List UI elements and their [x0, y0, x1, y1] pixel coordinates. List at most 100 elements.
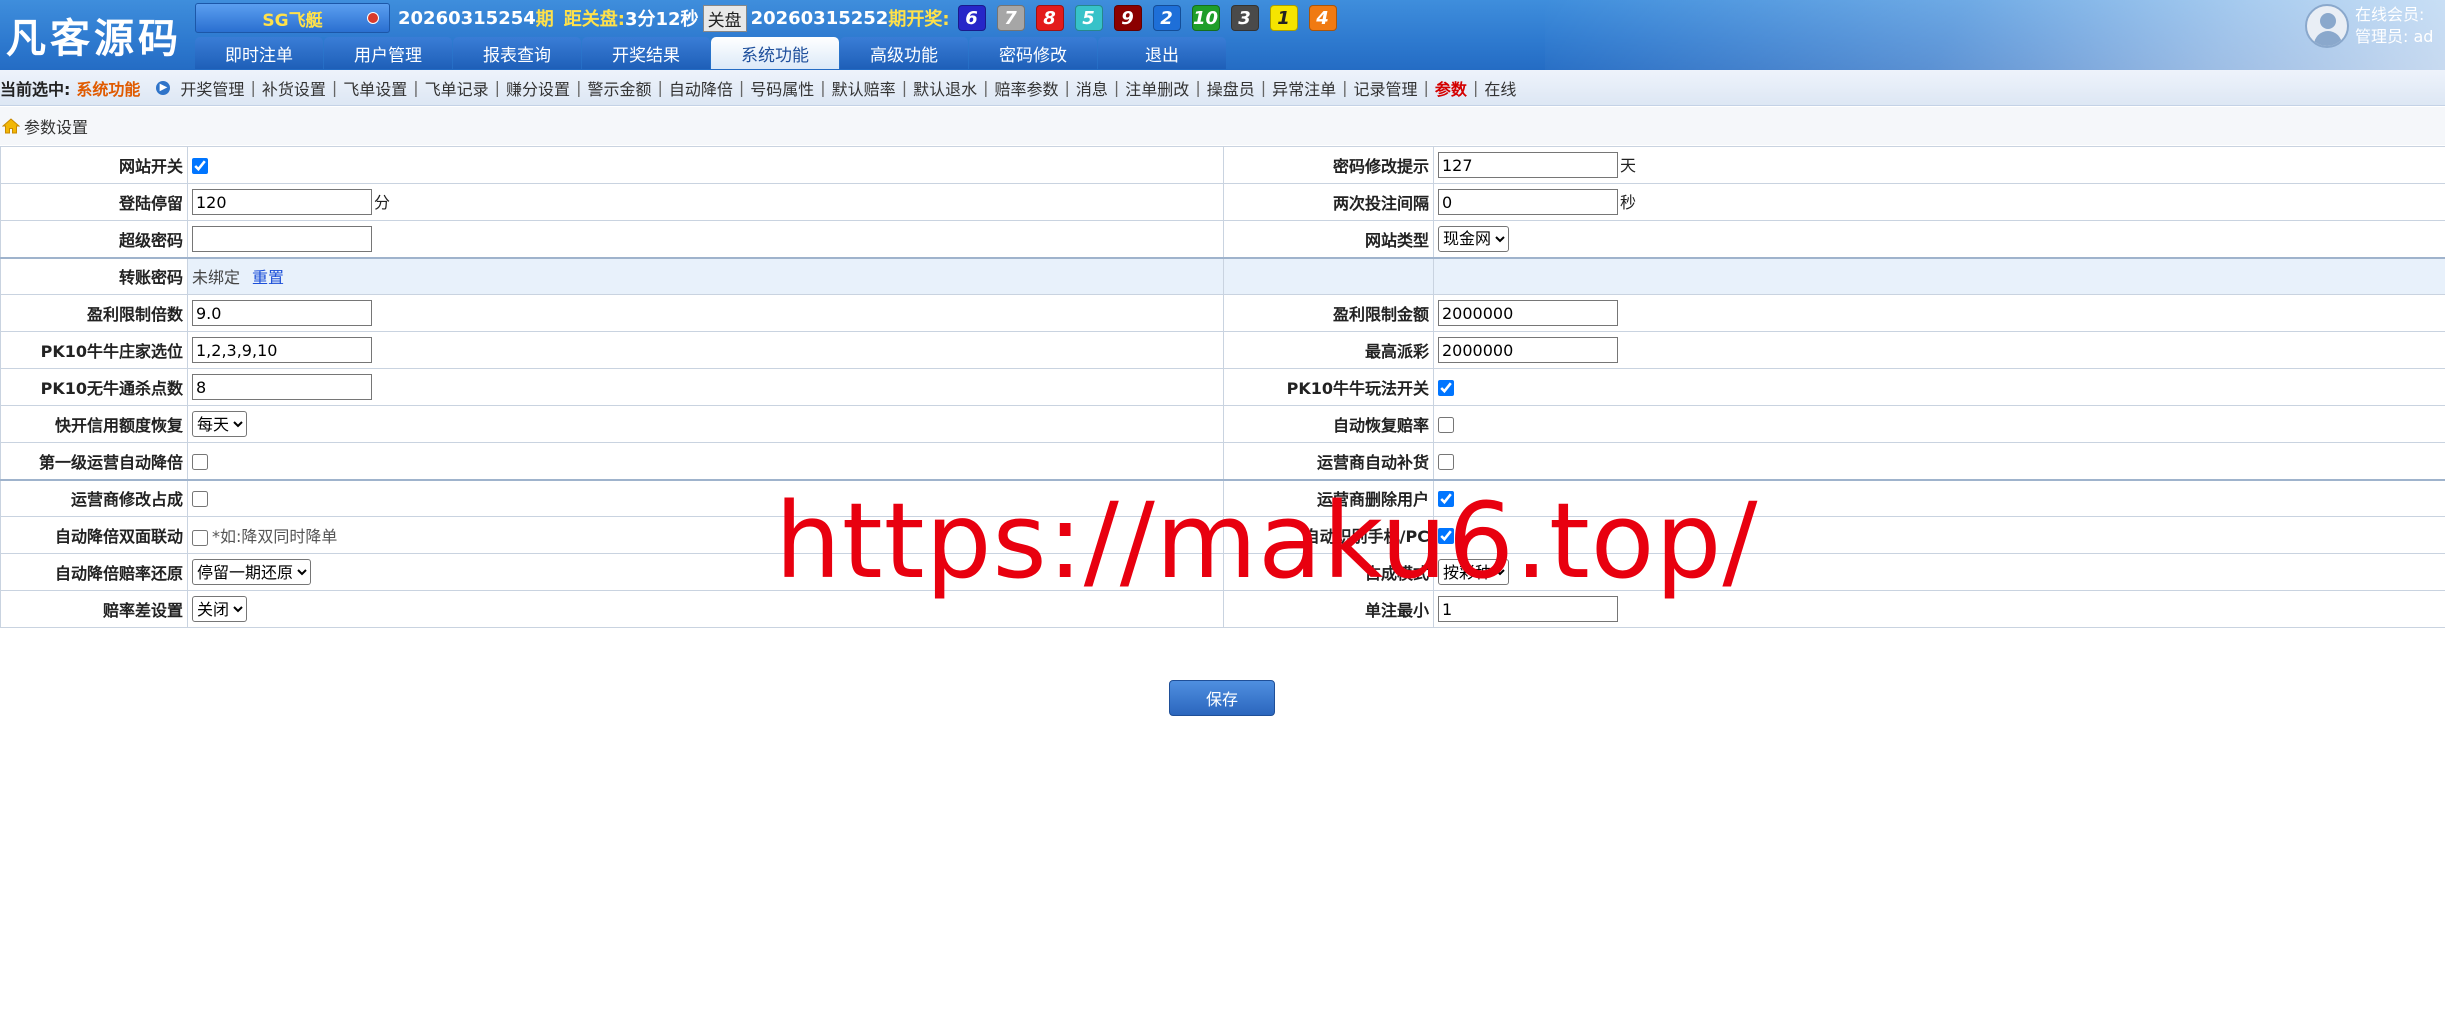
reset-link[interactable]: 重置: [252, 268, 284, 287]
sub-nav-link[interactable]: 赚分设置: [506, 76, 570, 100]
setting-label: 运营商自动补货: [1223, 442, 1434, 481]
arrow-right-icon: ▶: [156, 80, 171, 95]
setting-label: 赔率差设置: [0, 590, 188, 628]
divider: |: [1472, 78, 1479, 97]
setting-label: 超级密码: [0, 220, 188, 259]
form-row: 第一级运营自动降倍 运营商自动补货: [0, 442, 2445, 481]
divider: |: [331, 78, 338, 97]
setting-checkbox[interactable]: [192, 491, 208, 508]
setting-value-cell: [187, 442, 1224, 481]
divider: |: [983, 78, 989, 97]
nav-tab[interactable]: 报表查询: [453, 37, 581, 69]
setting-select[interactable]: 每天: [192, 411, 247, 437]
form-row: PK10牛牛庄家选位 最高派彩: [0, 331, 2445, 369]
sub-nav-link[interactable]: 参数: [1435, 76, 1467, 100]
setting-checkbox[interactable]: [1438, 491, 1454, 508]
sub-nav-link[interactable]: 默认赔率: [832, 76, 896, 100]
setting-value-cell: 未绑定 重置: [187, 257, 1224, 295]
setting-select[interactable]: 现金网: [1438, 225, 1509, 252]
form-row: 超级密码 网站类型 现金网: [0, 220, 2445, 259]
divider: |: [1342, 78, 1348, 97]
save-button[interactable]: 保存: [1169, 680, 1275, 716]
setting-input[interactable]: [1438, 596, 1618, 622]
setting-input[interactable]: [192, 189, 372, 216]
sub-nav-link[interactable]: 在线: [1484, 76, 1516, 100]
game-status-dot-icon: [367, 12, 379, 24]
setting-value-cell: [187, 331, 1224, 369]
setting-input[interactable]: [1438, 300, 1618, 326]
setting-label: 盈利限制倍数: [0, 294, 188, 332]
setting-label: 快开信用额度恢复: [0, 405, 188, 443]
setting-checkbox[interactable]: [192, 158, 208, 174]
sub-nav-link[interactable]: 警示金额: [587, 76, 651, 100]
setting-value-cell: [1433, 442, 2445, 481]
setting-input[interactable]: [192, 300, 372, 326]
setting-checkbox[interactable]: [1438, 417, 1454, 433]
divider: |: [576, 78, 582, 97]
game-select-button[interactable]: SG飞艇: [195, 3, 390, 33]
sub-nav-link[interactable]: 自动降倍: [669, 76, 733, 100]
sub-nav-link[interactable]: 操盘员: [1207, 76, 1255, 100]
setting-input[interactable]: [1438, 337, 1618, 363]
setting-value-cell: 按彩种: [1433, 553, 2445, 591]
setting-note: *如:降双同时降单: [212, 527, 338, 546]
setting-select[interactable]: 按彩种: [1438, 559, 1509, 585]
setting-checkbox[interactable]: [192, 529, 208, 546]
form-row: 快开信用额度恢复 每天 自动恢复赔率: [0, 405, 2445, 443]
setting-value-cell: [187, 220, 1224, 259]
draw-ball: 1: [1269, 5, 1298, 31]
sub-nav-link[interactable]: 记录管理: [1354, 76, 1418, 100]
setting-input[interactable]: [1438, 152, 1618, 179]
setting-label: 自动识别手机/PC: [1223, 516, 1434, 554]
online-members-label[interactable]: 在线会员:: [2355, 4, 2433, 26]
draw-ball: 5: [1074, 5, 1103, 31]
divider: |: [1423, 78, 1429, 97]
divider: |: [1064, 78, 1070, 97]
form-row: 自动降倍赔率还原 停留一期还原 占成模式 按彩种: [0, 553, 2445, 591]
setting-value-cell: [187, 146, 1224, 184]
nav-tab[interactable]: 退出: [1098, 37, 1226, 69]
avatar-icon[interactable]: [2305, 4, 2349, 48]
setting-input[interactable]: [192, 374, 372, 400]
setting-value-cell: [187, 479, 1224, 517]
nav-tab[interactable]: 开奖结果: [582, 37, 710, 69]
current-period: 20260315254: [398, 7, 536, 29]
setting-value-cell: [1433, 516, 2445, 554]
setting-input[interactable]: [1438, 189, 1618, 216]
setting-checkbox[interactable]: [192, 453, 208, 470]
sub-nav-link[interactable]: 补货设置: [262, 76, 326, 100]
sub-nav-link[interactable]: 飞单记录: [425, 76, 489, 100]
setting-label: 网站开关: [0, 146, 188, 184]
nav-tab[interactable]: 用户管理: [324, 37, 452, 69]
setting-value-cell: [1433, 368, 2445, 406]
setting-input[interactable]: [192, 225, 372, 252]
nav-tab[interactable]: 高级功能: [840, 37, 968, 69]
setting-input[interactable]: [192, 337, 372, 363]
sub-nav-link[interactable]: 号码属性: [750, 76, 814, 100]
setting-checkbox[interactable]: [1438, 453, 1454, 470]
game-select-label: SG飞艇: [262, 10, 323, 31]
home-icon: [2, 118, 20, 134]
setting-unit: 天: [1620, 155, 1637, 175]
current-period-suffix: 期: [535, 9, 554, 30]
sub-nav-link[interactable]: 开奖管理: [180, 76, 244, 100]
sub-nav-link[interactable]: 赔率参数: [994, 76, 1058, 100]
sub-nav-link[interactable]: 默认退水: [913, 76, 977, 100]
sub-nav-link[interactable]: 异常注单: [1272, 76, 1336, 100]
divider: |: [494, 78, 501, 97]
setting-select[interactable]: 停留一期还原: [192, 559, 311, 585]
sub-nav-link[interactable]: 注单删改: [1125, 76, 1189, 100]
setting-select[interactable]: 关闭: [192, 596, 247, 622]
countdown-label: 距关盘:: [563, 9, 625, 30]
nav-tab[interactable]: 系统功能: [711, 37, 839, 69]
setting-label: [1223, 257, 1434, 295]
sub-nav-link[interactable]: 飞单设置: [343, 76, 407, 100]
draw-ball: 7: [996, 5, 1025, 31]
sub-nav-link[interactable]: 消息: [1076, 76, 1108, 100]
setting-unit: 分: [374, 192, 391, 212]
setting-checkbox[interactable]: [1438, 528, 1454, 544]
nav-tab[interactable]: 密码修改: [969, 37, 1097, 69]
setting-checkbox[interactable]: [1438, 380, 1454, 396]
nav-tab[interactable]: 即时注单: [195, 37, 323, 69]
divider: |: [738, 78, 745, 97]
